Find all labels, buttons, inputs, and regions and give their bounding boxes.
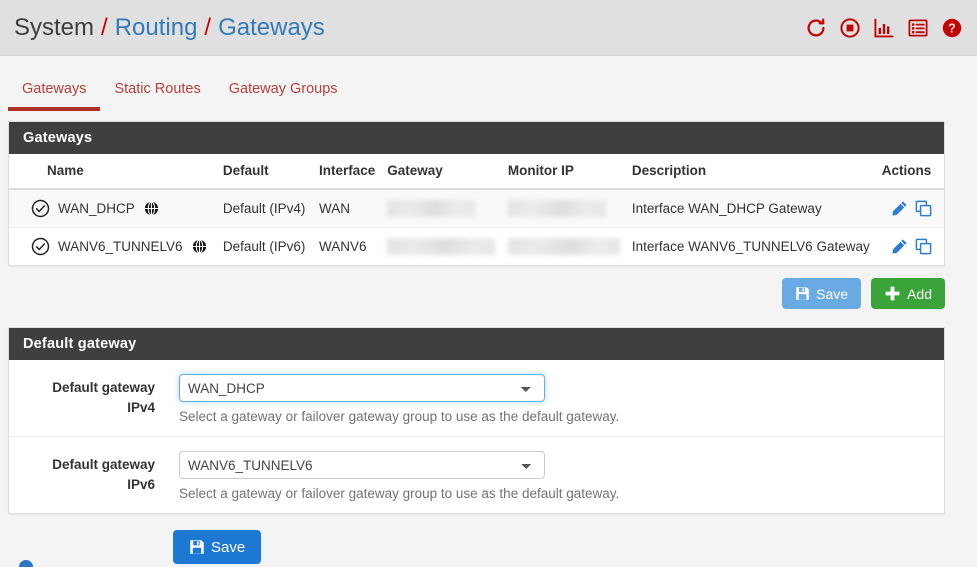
- gateways-table-body: WAN_DHCP Default (IPv4) WAN Interface WA…: [9, 188, 944, 265]
- tab-gateways[interactable]: Gateways: [8, 75, 101, 111]
- table-row[interactable]: WANV6_TUNNELV6 Default (IPv6) WANV6 Inte…: [9, 227, 944, 265]
- column-header-monitor-ip: Monitor IP: [501, 154, 626, 190]
- cell-interface: WAN: [313, 188, 382, 228]
- save-button-label: Save: [816, 285, 849, 302]
- label-line-2: IPv4: [127, 399, 155, 415]
- add-button-label: Add: [907, 285, 932, 302]
- label-line-2: IPv6: [127, 476, 155, 492]
- default-gateway-ipv6-select[interactable]: WANV6_TUNNELV6: [179, 451, 545, 479]
- help-text-ipv6: Select a gateway or failover gateway gro…: [179, 486, 620, 501]
- cell-default: Default (IPv6): [216, 227, 313, 265]
- info-icon: [19, 560, 33, 567]
- save-disk-icon: [189, 539, 205, 555]
- copy-icon[interactable]: [915, 200, 932, 217]
- tab-gateway-groups[interactable]: Gateway Groups: [215, 75, 352, 111]
- cell-name: WAN_DHCP: [9, 188, 217, 228]
- column-header-name: Name: [9, 154, 217, 190]
- cell-actions: [875, 227, 944, 265]
- breadcrumb: System / Routing / Gateways: [14, 14, 325, 42]
- tab-static-routes[interactable]: Static Routes: [100, 75, 214, 111]
- tab-bar: Gateways Static Routes Gateway Groups: [0, 56, 977, 111]
- gateway-name: WAN_DHCP: [58, 201, 135, 216]
- breadcrumb-item-gateways[interactable]: Gateways: [218, 14, 325, 42]
- column-header-interface: Interface: [313, 154, 382, 190]
- cell-interface: WANV6: [313, 227, 382, 265]
- cell-default: Default (IPv4): [216, 188, 313, 228]
- svg-text:?: ?: [948, 21, 956, 35]
- edit-icon[interactable]: [891, 238, 908, 255]
- column-header-gateway: Gateway: [381, 154, 502, 190]
- cell-gateway-redacted: [381, 188, 502, 228]
- column-header-default: Default: [216, 154, 313, 190]
- log-icon[interactable]: [907, 17, 929, 39]
- table-row[interactable]: WAN_DHCP Default (IPv4) WAN Interface WA…: [9, 188, 944, 228]
- redacted-value: [387, 200, 476, 217]
- status-enabled-icon: [31, 237, 50, 256]
- default-gateway-panel: Default gateway Default gateway IPv4 WAN…: [8, 327, 945, 514]
- form-group-default-gateway-ipv6: Default gateway IPv6 WANV6_TUNNELV6 Sele…: [9, 437, 944, 513]
- label-default-gateway-ipv4: Default gateway IPv4: [9, 374, 161, 424]
- page: System / Routing / Gateways ? Gateways S…: [0, 0, 977, 567]
- cell-description: Interface WAN_DHCP Gateway: [625, 188, 876, 228]
- cell-monitor-ip-redacted: [501, 188, 626, 228]
- save-button-bottom[interactable]: Save: [173, 530, 262, 564]
- default-gateway-panel-body: Default gateway IPv4 WAN_DHCP Select a g…: [9, 360, 944, 513]
- redacted-value: [507, 238, 620, 255]
- cell-name: WANV6_TUNNELV6: [9, 227, 217, 265]
- gateways-table-head: Name Default Interface Gateway Monitor I…: [9, 154, 944, 190]
- column-header-actions: Actions: [875, 154, 944, 190]
- breadcrumb-separator: /: [101, 13, 108, 41]
- add-button[interactable]: Add: [871, 278, 945, 309]
- table-action-buttons: Save Add: [8, 278, 945, 309]
- redacted-value: [387, 238, 496, 255]
- cell-actions: [875, 188, 944, 228]
- cell-monitor-ip-redacted: [501, 227, 626, 265]
- save-button[interactable]: Save: [782, 278, 862, 309]
- gateway-name: WANV6_TUNNELV6: [58, 239, 183, 254]
- help-text-ipv4: Select a gateway or failover gateway gro…: [179, 409, 620, 424]
- breadcrumb-item-routing[interactable]: Routing: [115, 14, 198, 42]
- help-icon[interactable]: ?: [941, 17, 963, 39]
- status-enabled-icon: [31, 199, 50, 218]
- chart-icon[interactable]: [873, 17, 895, 39]
- gateways-panel-body: Name Default Interface Gateway Monitor I…: [9, 154, 944, 265]
- label-line-1: Default gateway: [52, 380, 155, 395]
- cell-gateway-redacted: [381, 227, 502, 265]
- plus-icon: [884, 285, 901, 302]
- globe-icon: [192, 239, 207, 254]
- form-group-default-gateway-ipv4: Default gateway IPv4 WAN_DHCP Select a g…: [9, 360, 944, 437]
- reload-icon[interactable]: [805, 17, 827, 39]
- label-line-1: Default gateway: [52, 457, 155, 472]
- edit-icon[interactable]: [891, 200, 908, 217]
- copy-icon[interactable]: [915, 238, 932, 255]
- cell-description: Interface WANV6_TUNNELV6 Gateway: [625, 227, 876, 265]
- table-header-row: Name Default Interface Gateway Monitor I…: [9, 154, 944, 190]
- label-default-gateway-ipv6: Default gateway IPv6: [9, 451, 161, 501]
- header-icon-group: ?: [805, 17, 963, 39]
- stop-icon[interactable]: [839, 17, 861, 39]
- page-header: System / Routing / Gateways ?: [0, 0, 977, 56]
- redacted-value: [507, 200, 606, 217]
- gateways-table: Name Default Interface Gateway Monitor I…: [9, 154, 944, 265]
- save-disk-icon: [795, 286, 810, 301]
- globe-icon: [144, 201, 159, 216]
- control-wrap-ipv4: WAN_DHCP Select a gateway or failover ga…: [161, 374, 944, 424]
- bottom-button-row: Save: [173, 530, 977, 564]
- breadcrumb-item-system: System: [14, 13, 95, 41]
- control-wrap-ipv6: WANV6_TUNNELV6 Select a gateway or failo…: [161, 451, 944, 501]
- default-gateway-ipv4-select[interactable]: WAN_DHCP: [179, 374, 545, 402]
- default-gateway-panel-title: Default gateway: [9, 328, 944, 360]
- gateways-panel: Gateways Name Default Interface Gateway …: [8, 121, 945, 266]
- column-header-description: Description: [625, 154, 876, 190]
- gateways-panel-title: Gateways: [9, 122, 944, 154]
- breadcrumb-separator: /: [204, 13, 212, 41]
- save-button-label: Save: [211, 538, 246, 556]
